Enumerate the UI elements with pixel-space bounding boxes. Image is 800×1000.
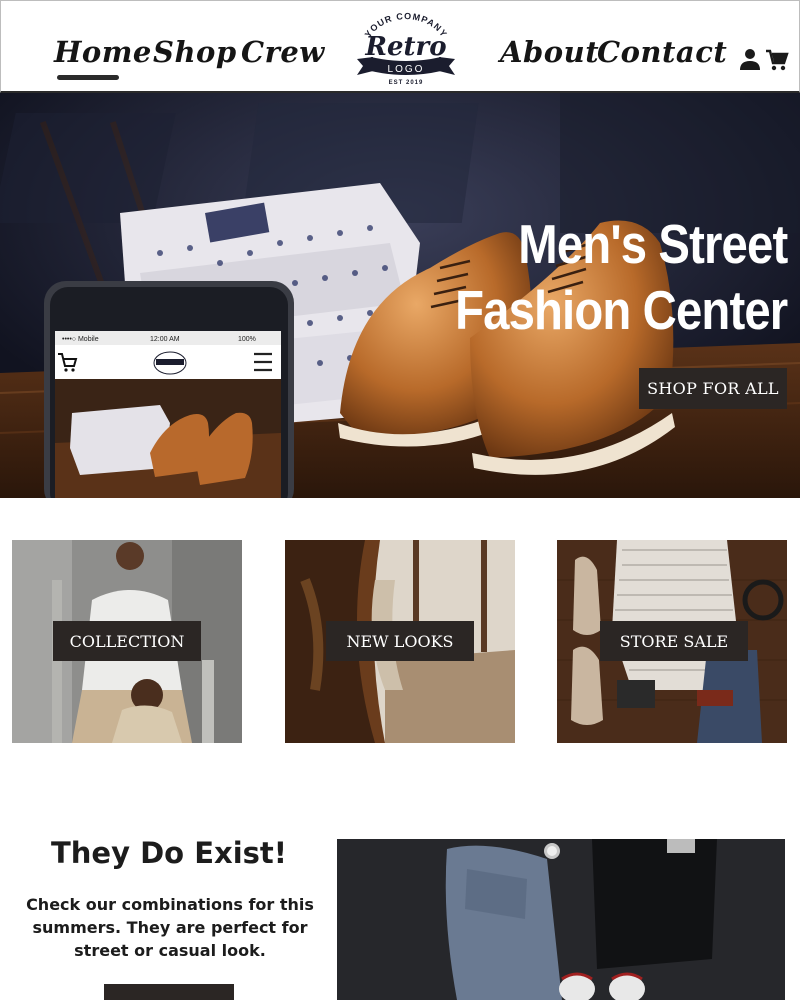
logo-banner-text: LOGO bbox=[388, 64, 425, 75]
nav-link-home[interactable]: Home bbox=[54, 35, 152, 69]
hero-title-line1: Men's Street bbox=[517, 213, 788, 275]
user-icon[interactable] bbox=[738, 47, 762, 71]
new-looks-button[interactable]: NEW LOOKS bbox=[326, 621, 474, 661]
promo-outfit-image bbox=[337, 839, 785, 1000]
hero-title: Men's Street Fashion Center bbox=[454, 211, 788, 343]
hero-title-line2: Fashion Center bbox=[454, 279, 788, 341]
logo-main-text: Retro bbox=[364, 32, 446, 62]
promo-text: Check our combinations for this summers.… bbox=[26, 895, 314, 960]
nav-link-shop[interactable]: Shop bbox=[153, 35, 237, 69]
store-sale-button[interactable]: STORE SALE bbox=[600, 621, 748, 661]
top-navigation: Home Shop Crew YOUR COMPANY Retro LOGO E… bbox=[0, 0, 800, 93]
phone-status-left: ••••○ Mobile bbox=[62, 336, 99, 343]
promo-title: They Do Exist! bbox=[51, 836, 287, 870]
nav-link-contact[interactable]: Contact bbox=[597, 35, 727, 69]
shop-for-all-button[interactable]: SHOP FOR ALL bbox=[639, 368, 787, 409]
shop-now-button[interactable]: SHOP NOW bbox=[104, 984, 234, 1000]
active-nav-underline bbox=[57, 75, 119, 80]
retro-logo[interactable]: YOUR COMPANY Retro LOGO EST 2019 bbox=[351, 5, 461, 89]
logo-est-text: EST 2019 bbox=[389, 80, 424, 86]
collection-button[interactable]: COLLECTION bbox=[53, 621, 201, 661]
phone-status-time: 12:00 AM bbox=[150, 336, 180, 343]
collection-card[interactable]: COLLECTION bbox=[12, 540, 242, 743]
nav-link-crew[interactable]: Crew bbox=[241, 35, 325, 69]
nav-link-about[interactable]: About bbox=[500, 35, 599, 69]
cart-icon[interactable] bbox=[765, 48, 789, 72]
promo-outfit-graphic bbox=[337, 839, 785, 1000]
new-looks-card[interactable]: NEW LOOKS bbox=[285, 540, 515, 743]
store-sale-card[interactable]: STORE SALE bbox=[557, 540, 787, 743]
phone-status-right: 100% bbox=[238, 336, 256, 343]
hero-banner: ••••○ Mobile 12:00 AM 100% Men's Street … bbox=[0, 93, 800, 498]
